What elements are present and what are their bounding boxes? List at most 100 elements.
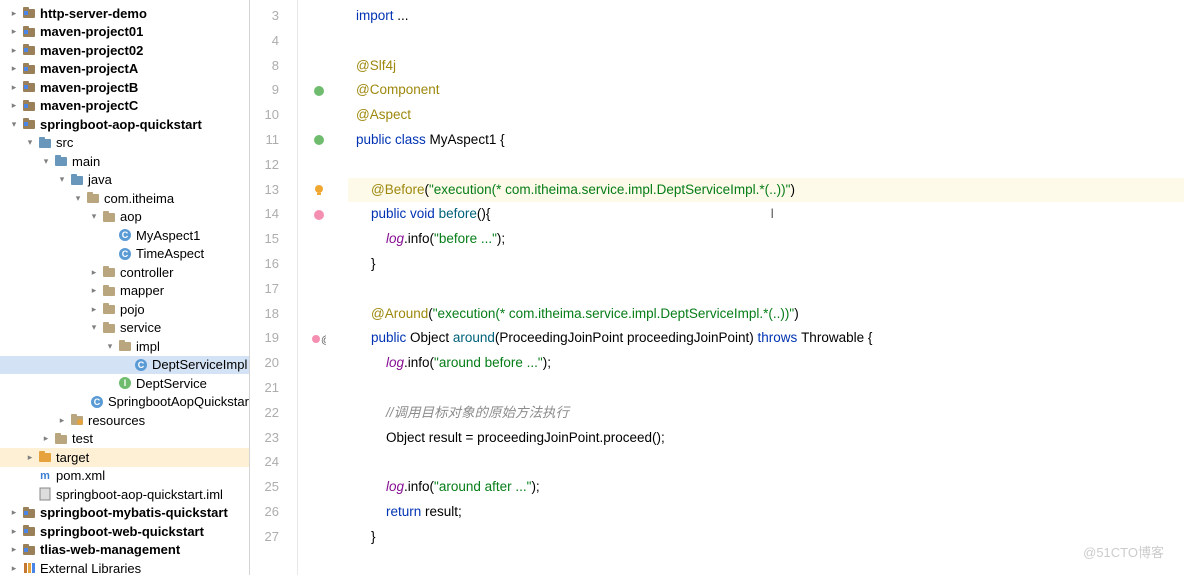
- tree-item-springbootaopquickstarta[interactable]: CSpringbootAopQuickstartA: [0, 393, 249, 412]
- line-number: 12: [250, 153, 279, 178]
- tree-item-myaspect1[interactable]: CMyAspect1: [0, 226, 249, 245]
- tree-item-main[interactable]: main: [0, 152, 249, 171]
- expand-arrow[interactable]: [88, 211, 100, 222]
- tree-item-deptservice[interactable]: IDeptService: [0, 374, 249, 393]
- expand-arrow[interactable]: [24, 137, 36, 148]
- expand-arrow[interactable]: [8, 100, 20, 111]
- code-line-24[interactable]: [348, 450, 1184, 475]
- code-line-21[interactable]: [348, 376, 1184, 401]
- bean-icon[interactable]: [298, 78, 340, 103]
- tree-item-mapper[interactable]: mapper: [0, 282, 249, 301]
- token-sp: [356, 302, 371, 327]
- expand-arrow[interactable]: [8, 507, 20, 518]
- tree-item-springboot-web-quickstart[interactable]: springboot-web-quickstart: [0, 522, 249, 541]
- line-number: 15: [250, 227, 279, 252]
- folder-icon: [102, 284, 116, 298]
- token-ident: ...: [397, 4, 408, 29]
- expand-arrow[interactable]: [8, 119, 20, 130]
- code-line-10[interactable]: @Aspect: [348, 103, 1184, 128]
- expand-arrow[interactable]: [104, 341, 116, 352]
- tree-item-maven-projectc[interactable]: maven-projectC: [0, 97, 249, 116]
- code-line-20[interactable]: log.info("around before ...");: [348, 351, 1184, 376]
- tree-item-test[interactable]: test: [0, 430, 249, 449]
- tree-item-com-itheima[interactable]: com.itheima: [0, 189, 249, 208]
- expand-arrow[interactable]: [24, 452, 36, 463]
- expand-arrow[interactable]: [88, 322, 100, 333]
- code-line-15[interactable]: log.info("before ...");: [348, 227, 1184, 252]
- tree-item-src[interactable]: src: [0, 134, 249, 153]
- code-line-19[interactable]: public Object around(ProceedingJoinPoint…: [348, 326, 1184, 351]
- tree-item-pom-xml[interactable]: mpom.xml: [0, 467, 249, 486]
- bean-icon[interactable]: [298, 128, 340, 153]
- bulb-icon[interactable]: [298, 178, 340, 203]
- gutter-icon-slot: [298, 4, 340, 29]
- expand-arrow[interactable]: [56, 415, 68, 426]
- code-line-16[interactable]: }: [348, 252, 1184, 277]
- line-number: 19: [250, 326, 279, 351]
- expand-arrow[interactable]: [8, 45, 20, 56]
- token-ident: Object: [410, 326, 453, 351]
- expand-arrow[interactable]: [88, 285, 100, 296]
- module-icon: [22, 6, 36, 20]
- code-line-27[interactable]: }: [348, 525, 1184, 550]
- code-line-13[interactable]: @Before("execution(* com.itheima.service…: [348, 178, 1184, 203]
- overlay-icon[interactable]: [298, 202, 340, 227]
- tree-item-impl[interactable]: impl: [0, 337, 249, 356]
- tree-item-springboot-mybatis-quickstart[interactable]: springboot-mybatis-quickstart: [0, 504, 249, 523]
- gutter-icon-slot: [298, 103, 340, 128]
- code-line-12[interactable]: [348, 153, 1184, 178]
- expand-arrow[interactable]: [40, 156, 52, 167]
- expand-arrow[interactable]: [88, 267, 100, 278]
- tree-item-maven-project01[interactable]: maven-project01: [0, 23, 249, 42]
- tree-item-pojo[interactable]: pojo: [0, 300, 249, 319]
- tree-item-service[interactable]: service: [0, 319, 249, 338]
- code-line-9[interactable]: @Component: [348, 78, 1184, 103]
- tree-item-maven-project02[interactable]: maven-project02: [0, 41, 249, 60]
- tree-item-timeaspect[interactable]: CTimeAspect: [0, 245, 249, 264]
- code-line-8[interactable]: @Slf4j: [348, 54, 1184, 79]
- tree-item-springboot-aop-quickstart[interactable]: springboot-aop-quickstart: [0, 115, 249, 134]
- code-line-18[interactable]: @Around("execution(* com.itheima.service…: [348, 302, 1184, 327]
- code-line-4[interactable]: [348, 29, 1184, 54]
- code-area[interactable]: import ...@Slf4j@Component@Aspectpublic …: [340, 0, 1184, 575]
- project-tree[interactable]: http-server-demomaven-project01maven-pro…: [0, 0, 250, 575]
- tree-item-maven-projecta[interactable]: maven-projectA: [0, 60, 249, 79]
- tree-item-aop[interactable]: aop: [0, 208, 249, 227]
- code-editor[interactable]: 3489101112131415161718192021222324252627…: [250, 0, 1184, 575]
- token-ident: result;: [425, 500, 462, 525]
- expand-arrow[interactable]: [8, 563, 20, 574]
- expand-arrow[interactable]: [8, 26, 20, 37]
- tree-item-http-server-demo[interactable]: http-server-demo: [0, 4, 249, 23]
- code-line-11[interactable]: public class MyAspect1 {: [348, 128, 1184, 153]
- overlay_at-icon[interactable]: @: [298, 326, 340, 351]
- tree-item-resources[interactable]: resources: [0, 411, 249, 430]
- code-line-3[interactable]: import ...: [348, 4, 1184, 29]
- tree-item-maven-projectb[interactable]: maven-projectB: [0, 78, 249, 97]
- expand-arrow[interactable]: [8, 8, 20, 19]
- expand-arrow[interactable]: [8, 544, 20, 555]
- expand-arrow[interactable]: [72, 193, 84, 204]
- code-line-22[interactable]: //调用目标对象的原始方法执行: [348, 401, 1184, 426]
- expand-arrow[interactable]: [8, 526, 20, 537]
- tree-item-java[interactable]: java: [0, 171, 249, 190]
- line-number: 4: [250, 29, 279, 54]
- tree-item-springboot-aop-quickstart-iml[interactable]: springboot-aop-quickstart.iml: [0, 485, 249, 504]
- code-line-14[interactable]: public void before(){I: [348, 202, 1184, 227]
- token-ident: );: [497, 227, 505, 252]
- expand-arrow[interactable]: [56, 174, 68, 185]
- tree-item-tlias-web-management[interactable]: tlias-web-management: [0, 541, 249, 560]
- code-line-17[interactable]: [348, 277, 1184, 302]
- expand-arrow[interactable]: [8, 82, 20, 93]
- code-line-25[interactable]: log.info("around after ...");: [348, 475, 1184, 500]
- tree-item-external-libraries[interactable]: External Libraries: [0, 559, 249, 575]
- tree-item-deptserviceimpl[interactable]: CDeptServiceImpl: [0, 356, 249, 375]
- expand-arrow[interactable]: [40, 433, 52, 444]
- code-line-23[interactable]: Object result = proceedingJoinPoint.proc…: [348, 426, 1184, 451]
- expand-arrow[interactable]: [8, 63, 20, 74]
- gutter-icon-slot: [298, 54, 340, 79]
- tree-item-controller[interactable]: controller: [0, 263, 249, 282]
- gutter-icon-slot: [298, 376, 340, 401]
- code-line-26[interactable]: return result;: [348, 500, 1184, 525]
- expand-arrow[interactable]: [88, 304, 100, 315]
- tree-item-target[interactable]: target: [0, 448, 249, 467]
